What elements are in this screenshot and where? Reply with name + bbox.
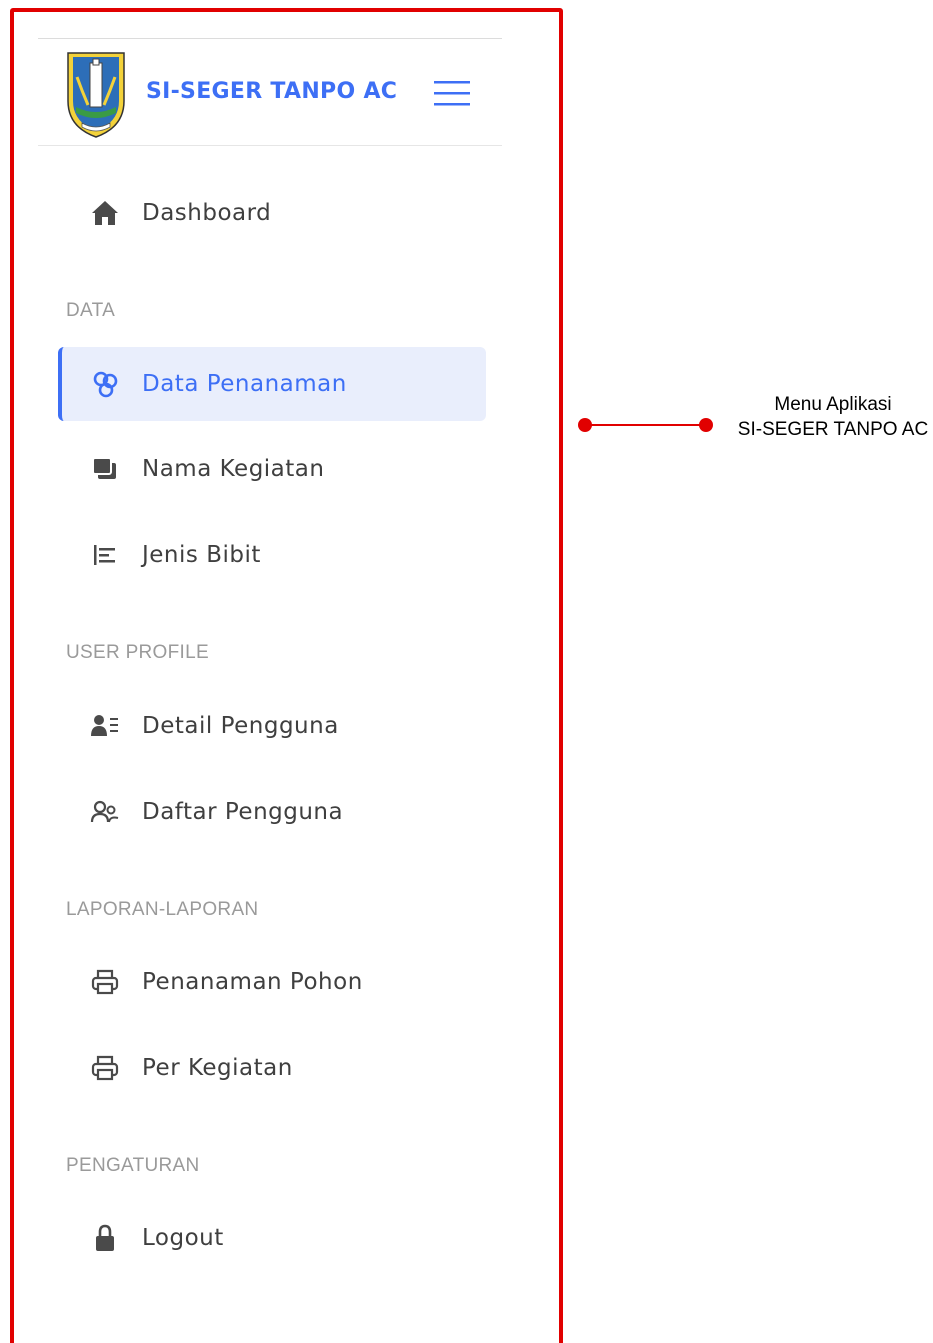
page: SI-SEGER TANPO AC Dashboard DATA Data Pe… [0, 0, 933, 1343]
callout-dot-start [578, 418, 592, 432]
callout-dot-end [699, 418, 713, 432]
highlight-frame [10, 8, 563, 1343]
callout-label: Menu Aplikasi SI-SEGER TANPO AC [728, 392, 933, 442]
callout-line [585, 424, 707, 426]
callout-label-line1: Menu Aplikasi [774, 394, 892, 415]
callout-label-line2: SI-SEGER TANPO AC [737, 419, 929, 440]
